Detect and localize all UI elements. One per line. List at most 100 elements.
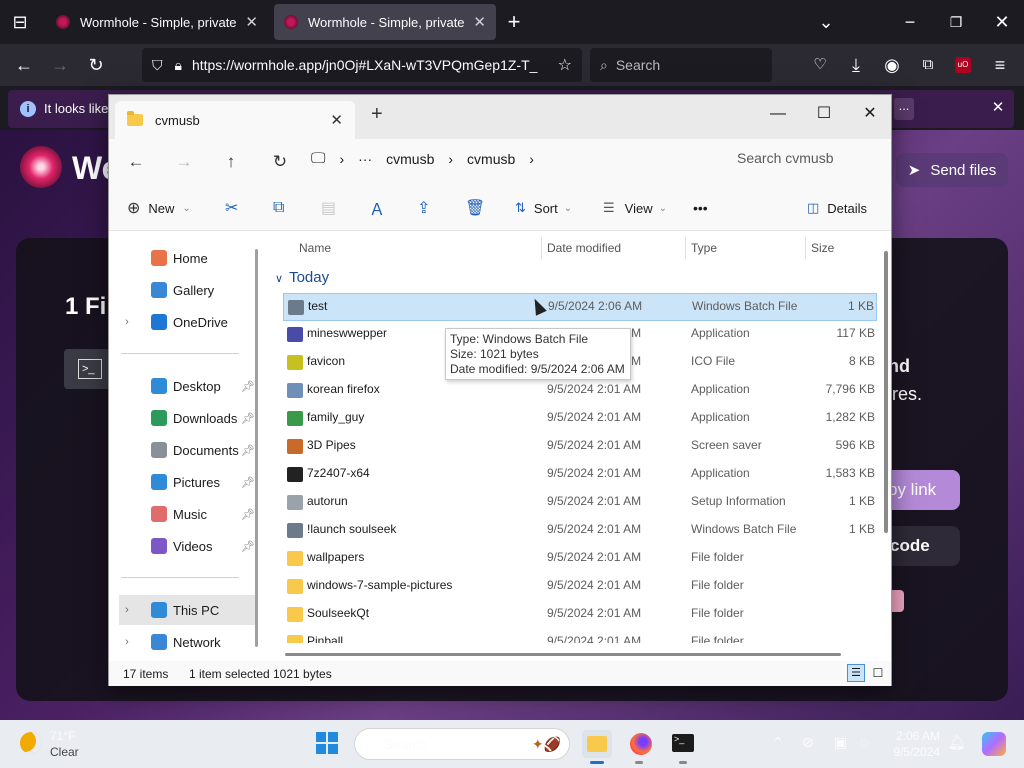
list-tabs-chevron-icon[interactable]: ⌄: [812, 8, 840, 36]
chevron-right-icon[interactable]: ›: [119, 604, 135, 616]
minimize-icon[interactable]: —: [755, 101, 801, 127]
copy-link-button[interactable]: py link: [884, 470, 960, 510]
sidebar-item-gallery[interactable]: Gallery: [119, 275, 255, 305]
file-row[interactable]: !launch soulseek 9/5/2024 2:01 AM Windows …: [283, 517, 877, 545]
downloads-icon[interactable]: ⤓: [842, 51, 870, 79]
chevron-right-icon[interactable]: ›: [119, 636, 135, 648]
file-row[interactable]: wallpapers 9/5/2024 2:01 AM File folder: [283, 545, 877, 573]
sidebar-item-pictures[interactable]: Pictures 📌︎: [119, 467, 255, 497]
file-row[interactable]: windows-7-sample-pictures 9/5/2024 2:01 A…: [283, 573, 877, 601]
shield-icon[interactable]: ⛉: [152, 57, 163, 74]
details-button[interactable]: ◫ Details: [807, 193, 867, 223]
firefox-taskbar-icon[interactable]: [626, 730, 656, 758]
cast-icon[interactable]: ▣: [834, 734, 847, 751]
maximize-icon[interactable]: ☐: [801, 101, 847, 127]
close-tab-icon[interactable]: ✕: [245, 13, 258, 31]
sidebar-item-network[interactable]: › Network: [119, 627, 255, 657]
pin-icon[interactable]: 📌︎: [241, 412, 255, 425]
column-divider[interactable]: [541, 237, 542, 259]
file-row[interactable]: 3D Pipes 9/5/2024 2:01 AM Screen saver 596 …: [283, 433, 877, 461]
up-icon[interactable]: ↑: [216, 147, 246, 177]
browser-tab-active[interactable]: Wormhole - Simple, private file ✕: [274, 4, 496, 40]
file-row[interactable]: SoulseekQt 9/5/2024 2:01 AM File folder: [283, 601, 877, 629]
close-window-icon[interactable]: ✕: [988, 8, 1016, 36]
copy-icon[interactable]: ⧉: [273, 193, 284, 223]
restore-icon[interactable]: ❐: [942, 8, 970, 36]
account-icon[interactable]: ◉: [878, 51, 906, 79]
sidebar-item-onedrive[interactable]: › OneDrive: [119, 307, 255, 337]
pc-icon[interactable]: 🖵︎: [311, 150, 325, 167]
browser-search-bar[interactable]: ⌕ Search: [590, 48, 772, 82]
refresh-icon[interactable]: ↻: [265, 147, 295, 177]
qr-code-button[interactable]: code: [884, 526, 960, 566]
delete-icon[interactable]: 🗑︎: [465, 193, 485, 223]
column-header-date[interactable]: Date modified: [547, 241, 621, 255]
more-options-button[interactable]: •••: [693, 193, 708, 223]
vertical-scrollbar[interactable]: [884, 251, 888, 533]
paste-icon[interactable]: ▤: [321, 193, 336, 223]
file-row[interactable]: family_guy 9/5/2024 2:01 AM Application 1,2…: [283, 405, 877, 433]
tab-overview-icon[interactable]: ⊟: [6, 8, 34, 36]
file-row[interactable]: Pinball 9/5/2024 2:01 AM File folder: [283, 629, 877, 643]
column-header-type[interactable]: Type: [691, 241, 717, 255]
bookmark-star-icon[interactable]: ☆: [558, 55, 572, 75]
start-windows-icon[interactable]: [316, 732, 338, 754]
pin-icon[interactable]: 📌︎: [241, 508, 255, 521]
pin-icon[interactable]: 📌︎: [241, 444, 255, 457]
url-text[interactable]: https://wormhole.app/jn0Oj#LXaN-wT3VPQmG…: [192, 57, 552, 73]
sidebar-item-videos[interactable]: Videos 📌︎: [119, 531, 255, 561]
details-view-icon[interactable]: ☰: [847, 664, 865, 682]
explorer-search-input[interactable]: Search cvmusb: [723, 142, 889, 174]
terminal-taskbar-icon[interactable]: >_: [668, 730, 698, 758]
new-tab-icon[interactable]: +: [371, 103, 383, 126]
new-tab-icon[interactable]: +: [500, 8, 528, 36]
browser-tab[interactable]: Wormhole - Simple, private file ✕: [46, 4, 268, 40]
group-header-today[interactable]: ∨ Today: [275, 269, 329, 286]
volume-icon[interactable]: ◌: [860, 734, 868, 750]
clock-date[interactable]: 9/5/2024: [890, 745, 940, 759]
close-tab-icon[interactable]: ✕: [330, 111, 343, 129]
view-button[interactable]: ☰ View ⌄: [603, 193, 667, 223]
sidebar-item-downloads[interactable]: Downloads 📌︎: [119, 403, 255, 433]
notification-bell-icon[interactable]: 🔔︎: [948, 734, 966, 751]
sidebar-item-this-pc[interactable]: › This PC: [119, 595, 255, 625]
notification-more-button[interactable]: ...: [894, 98, 914, 120]
share-icon[interactable]: ⇪: [417, 193, 430, 223]
chevron-up-icon[interactable]: ⌃: [772, 734, 784, 751]
file-row[interactable]: korean firefox 9/5/2024 2:01 AM Applicatio…: [283, 377, 877, 405]
sidebar-scrollbar[interactable]: [255, 249, 258, 647]
tiles-view-icon[interactable]: ☐: [869, 664, 887, 682]
file-row[interactable]: test 9/5/2024 2:06 AM Windows Batch File 1 …: [283, 293, 877, 321]
close-window-icon[interactable]: ✕: [847, 101, 893, 127]
column-divider[interactable]: [805, 237, 806, 259]
clock-time[interactable]: 2:06 AM: [894, 729, 940, 743]
breadcrumb-item[interactable]: cvmusb: [386, 151, 434, 167]
sidebar-item-desktop[interactable]: Desktop 📌︎: [119, 371, 255, 401]
forward-icon[interactable]: →: [169, 147, 199, 177]
ublock-icon[interactable]: uO: [955, 57, 971, 73]
horizontal-scrollbar[interactable]: [285, 653, 841, 656]
network-icon[interactable]: ⊘: [802, 734, 814, 751]
copilot-icon[interactable]: [982, 732, 1006, 756]
taskbar-search-input[interactable]: ⌕ Search ✦🏈: [354, 728, 570, 760]
minimize-icon[interactable]: −: [896, 8, 924, 36]
send-files-button[interactable]: ➤ Send files: [896, 153, 1008, 187]
pin-icon[interactable]: 📌︎: [241, 540, 255, 553]
sort-button[interactable]: ⇅ Sort ⌄: [515, 193, 572, 223]
url-bar[interactable]: ⛉ 🔒︎ https://wormhole.app/jn0Oj#LXaN-wT3…: [142, 48, 582, 82]
pocket-icon[interactable]: ♡: [806, 51, 834, 79]
chevron-right-icon[interactable]: ›: [119, 316, 135, 328]
weather-temp[interactable]: 71°F: [50, 729, 75, 743]
pin-icon[interactable]: 📌︎: [241, 476, 255, 489]
extensions-icon[interactable]: ⧉: [914, 51, 942, 79]
weather-moon-icon[interactable]: [20, 732, 42, 754]
column-header-name[interactable]: Name: [299, 241, 331, 255]
back-icon[interactable]: ←: [121, 147, 151, 177]
menu-icon[interactable]: ≡: [986, 51, 1014, 79]
cut-icon[interactable]: ✂: [225, 193, 238, 223]
column-header-size[interactable]: Size: [811, 241, 834, 255]
file-row[interactable]: 7z2407-x64 9/5/2024 2:01 AM Application 1,5…: [283, 461, 877, 489]
explorer-tab[interactable]: cvmusb ✕: [115, 101, 355, 139]
column-divider[interactable]: [685, 237, 686, 259]
pin-icon[interactable]: 📌︎: [241, 380, 255, 393]
